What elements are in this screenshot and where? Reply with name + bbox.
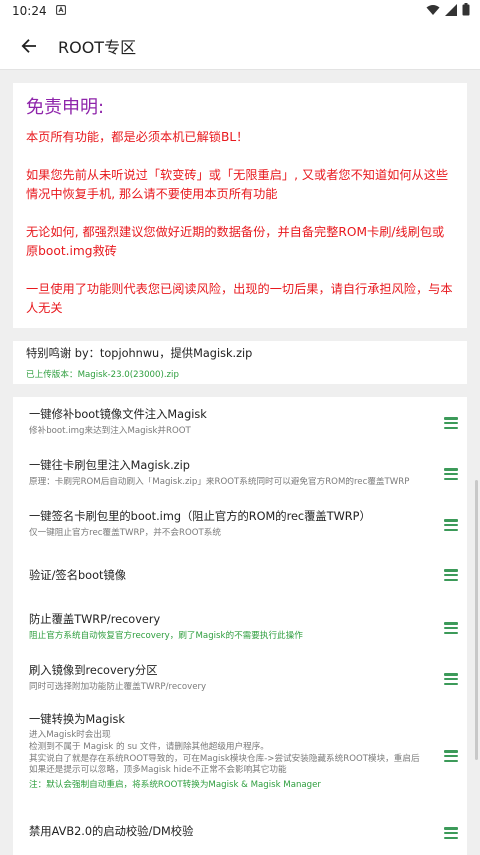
action-title: 验证/签名boot镜像 bbox=[29, 569, 127, 582]
action-desc: 修补boot.img来达到注入Magisk并ROOT bbox=[29, 426, 191, 436]
menu-icon[interactable] bbox=[444, 827, 458, 840]
action-disable-avb[interactable]: 禁用AVB2.0的启动校验/DM校验 bbox=[29, 825, 458, 845]
action-title: 一键修补boot镜像文件注入Magisk bbox=[29, 408, 207, 421]
action-desc: 仅一键阻止官方rec覆盖TWRP，并不会ROOT系统 bbox=[29, 528, 221, 538]
status-bar: 10:24 bbox=[0, 0, 480, 22]
action-desc: 阻止官方系统自动恢复官方recovery，刷了Magisk的不需要执行此操作 bbox=[29, 631, 303, 641]
app-bar: ROOT专区 bbox=[0, 22, 480, 70]
main-content[interactable]: 免责申明: 本页所有功能，都是必须本机已解锁BL！ 如果您先前从未听说过「软变砖… bbox=[0, 70, 480, 855]
battery-icon bbox=[462, 3, 470, 19]
action-desc-3: 其实说白了就是存在系统ROOT导致的，可在Magisk模块仓库->尝试安装隐藏系… bbox=[29, 754, 420, 775]
menu-icon[interactable] bbox=[444, 622, 458, 635]
status-time: 10:24 bbox=[12, 4, 47, 18]
action-title: 一键往卡刷包里注入Magisk.zip bbox=[29, 459, 190, 472]
action-sign-boot[interactable]: 一键签名卡刷包里的boot.img（阻止官方的ROM的rec覆盖TWRP） 仅一… bbox=[29, 510, 458, 542]
disclaimer-text-2: 如果您先前从未听说过「软变砖」或「无限重启」, 又或者您不知道如何从这些情况中恢… bbox=[26, 168, 449, 201]
action-convert-magisk[interactable]: 一键转换为Magisk 进入Magisk时会出现 检测到不属于 Magisk 的… bbox=[29, 713, 458, 805]
action-desc-1: 进入Magisk时会出现 bbox=[29, 730, 111, 740]
menu-icon[interactable] bbox=[444, 569, 458, 582]
action-desc: 同时可选择附加功能防止覆盖TWRP/recovery bbox=[29, 682, 207, 692]
action-desc-2: 检测到不属于 Magisk 的 su 文件，请删除其他超级用户程序。 bbox=[29, 742, 269, 752]
thanks-title: 特别鸣谢 by：topjohnwu，提供Magisk.zip bbox=[26, 347, 253, 360]
menu-icon[interactable] bbox=[444, 417, 458, 430]
actions-card: 一键修补boot镜像文件注入Magisk 修补boot.img来达到注入Magi… bbox=[13, 397, 467, 855]
action-title: 一键签名卡刷包里的boot.img（阻止官方的ROM的rec覆盖TWRP） bbox=[29, 510, 371, 523]
action-title: 禁用AVB2.0的启动校验/DM校验 bbox=[29, 825, 194, 838]
action-patch-boot[interactable]: 一键修补boot镜像文件注入Magisk 修补boot.img来达到注入Magi… bbox=[29, 408, 458, 440]
arrow-left-icon bbox=[21, 38, 36, 53]
back-button[interactable] bbox=[0, 22, 58, 70]
action-verify-boot[interactable]: 验证/签名boot镜像 bbox=[29, 569, 458, 589]
action-title: 防止覆盖TWRP/recovery bbox=[29, 613, 161, 626]
menu-icon[interactable] bbox=[444, 519, 458, 532]
action-inject-zip[interactable]: 一键往卡刷包里注入Magisk.zip 原理：卡刷完ROM后自动刷入「Magis… bbox=[29, 459, 458, 491]
notification-icon bbox=[55, 4, 66, 18]
action-title: 刷入镜像到recovery分区 bbox=[29, 664, 158, 677]
thanks-card: 特别鸣谢 by：topjohnwu，提供Magisk.zip 已上传版本：Mag… bbox=[13, 341, 467, 384]
action-title: 一键转换为Magisk bbox=[29, 713, 125, 726]
signal-icon bbox=[445, 3, 457, 19]
action-flash-recovery[interactable]: 刷入镜像到recovery分区 同时可选择附加功能防止覆盖TWRP/recove… bbox=[29, 664, 458, 696]
menu-icon[interactable] bbox=[444, 673, 458, 686]
action-desc: 原理：卡刷完ROM后自动刷入「Magisk.zip」来ROOT系统同时可以避免官… bbox=[29, 477, 410, 487]
menu-icon[interactable] bbox=[444, 750, 458, 763]
uploaded-version: 已上传版本：Magisk-23.0(23000).zip bbox=[26, 370, 179, 380]
scrollbar[interactable] bbox=[475, 480, 478, 760]
page-title: ROOT专区 bbox=[58, 37, 137, 57]
disclaimer-text-4: 一旦使用了功能则代表您已阅读风险，出现的一切后果，请自行承担风险，与本人无关 bbox=[26, 282, 453, 315]
action-desc-4: 注：默认会强制自动重启，将系统ROOT转换为Magisk & Magisk Ma… bbox=[29, 780, 321, 790]
action-prevent-twrp[interactable]: 防止覆盖TWRP/recovery 阻止官方系统自动恢复官方recovery，刷… bbox=[29, 613, 458, 645]
disclaimer-text-3: 无论如何, 都强烈建议您做好近期的数据备份，并自备完整ROM卡刷/线刷包或原bo… bbox=[26, 225, 445, 258]
wifi-icon bbox=[426, 4, 440, 19]
disclaimer-text-1: 本页所有功能，都是必须本机已解锁BL！ bbox=[26, 130, 249, 144]
disclaimer-title: 免责申明: bbox=[26, 97, 105, 118]
menu-icon[interactable] bbox=[444, 468, 458, 481]
disclaimer-card: 免责申明: 本页所有功能，都是必须本机已解锁BL！ 如果您先前从未听说过「软变砖… bbox=[13, 83, 467, 328]
